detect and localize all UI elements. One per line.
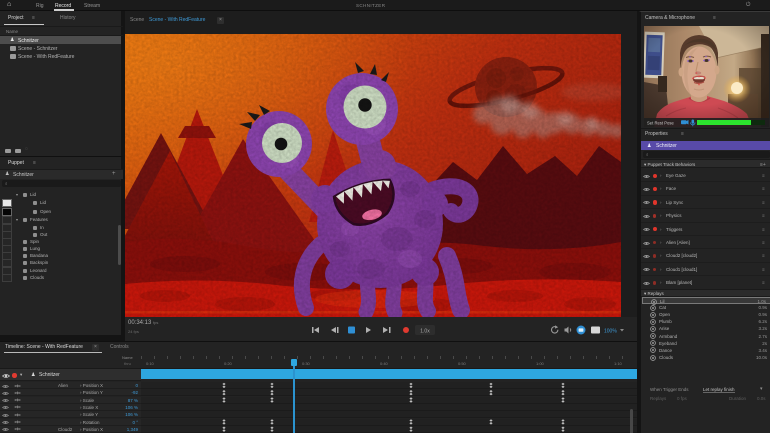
svg-text:100%: 100% bbox=[604, 329, 617, 335]
svg-text:Set Rest Pose: Set Rest Pose bbox=[647, 121, 674, 126]
svg-text:1.0x: 1.0x bbox=[420, 329, 430, 335]
